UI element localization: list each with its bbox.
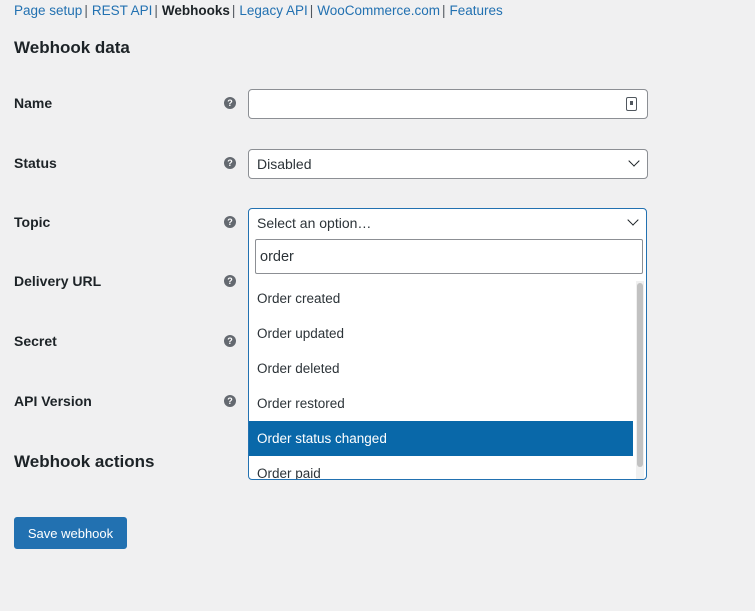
option-order-deleted[interactable]: Order deleted [249,351,633,386]
chevron-down-icon [628,155,640,167]
delivery-url-label: Delivery URL [14,273,102,289]
option-order-created[interactable]: Order created [249,281,633,316]
subnav-separator: | [442,3,446,18]
dropdown-scrollbar-thumb[interactable] [637,283,643,467]
chevron-down-icon [627,214,639,226]
secret-label: Secret [14,333,57,349]
option-order-updated[interactable]: Order updated [249,316,633,351]
name-label: Name [14,95,53,111]
help-icon[interactable]: ? [224,216,236,228]
api-version-label: API Version [14,393,92,409]
option-order-paid[interactable]: Order paid [249,456,633,479]
save-webhook-button[interactable]: Save webhook [14,517,127,549]
topic-select[interactable]: Select an option… Order created Order up… [248,208,647,480]
topic-options-list: Order created Order updated Order delete… [249,281,633,479]
topic-select-head[interactable]: Select an option… [249,209,646,237]
topic-label: Topic [14,214,51,230]
option-order-restored[interactable]: Order restored [249,386,633,421]
help-icon[interactable]: ? [224,275,236,287]
topic-value: Select an option… [257,215,372,231]
password-manager-icon[interactable] [626,97,637,111]
option-order-status-changed[interactable]: Order status changed [249,421,633,456]
topic-search-input[interactable] [255,239,643,274]
webhook-data-title: Webhook data [14,38,130,57]
name-input[interactable] [248,89,648,119]
subnav-woocommerce-com[interactable]: WooCommerce.com [313,3,442,18]
dropdown-scrollbar[interactable] [636,281,644,479]
help-icon[interactable]: ? [224,335,236,347]
webhook-actions-title: Webhook actions [14,452,155,471]
help-icon[interactable]: ? [224,157,236,169]
subnav-legacy-api[interactable]: Legacy API [235,3,309,18]
subnav-rest-api[interactable]: REST API [88,3,155,18]
help-icon[interactable]: ? [224,97,236,109]
settings-subnav: Page setup | REST API | Webhooks | Legacy API |… [10,3,505,19]
status-label: Status [14,155,57,171]
status-select[interactable]: Disabled [248,149,648,179]
status-value: Disabled [257,156,312,172]
subnav-page-setup[interactable]: Page setup [10,3,84,18]
subnav-webhooks[interactable]: Webhooks [158,3,232,18]
help-icon[interactable]: ? [224,395,236,407]
subnav-features[interactable]: Features [446,3,505,18]
